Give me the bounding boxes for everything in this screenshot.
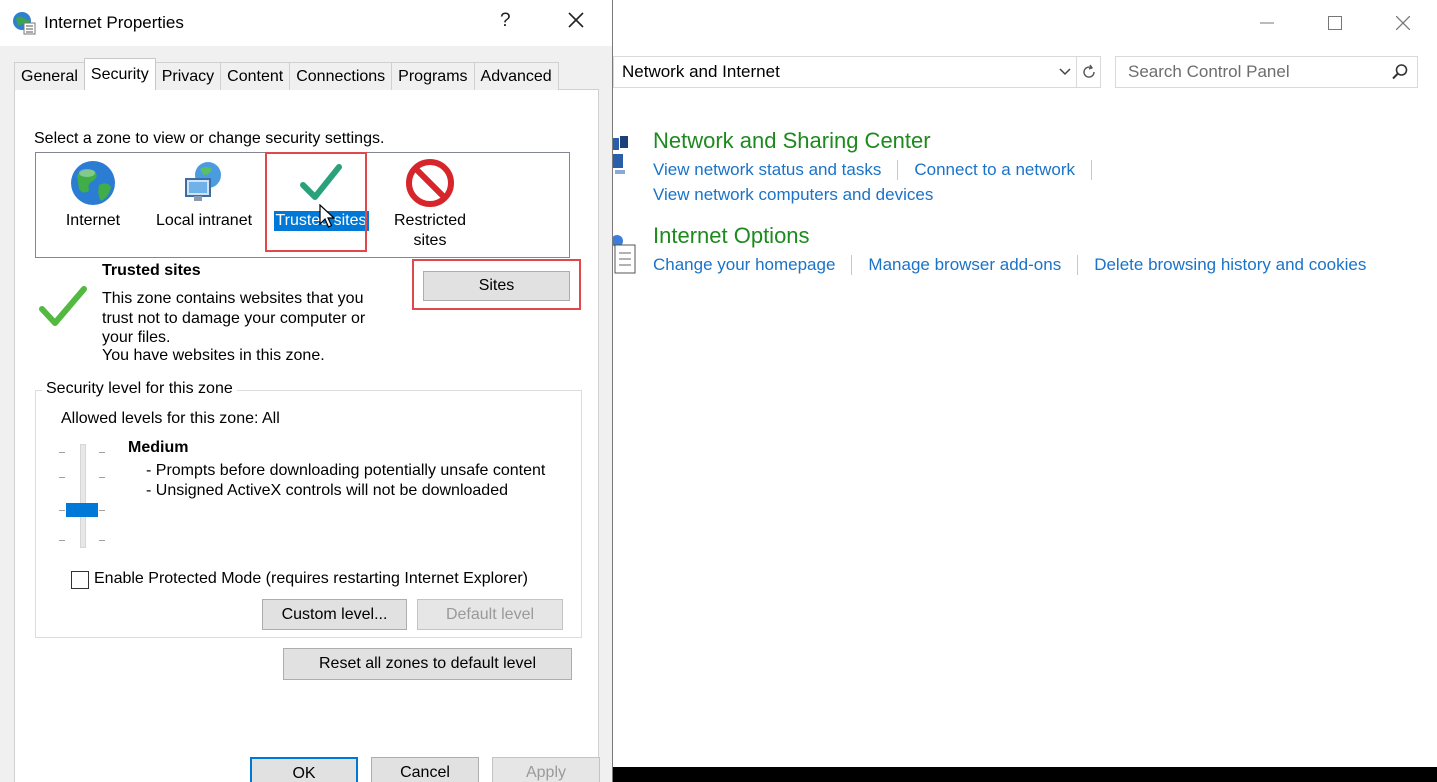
- link-separator: [1091, 160, 1093, 180]
- search-input[interactable]: [1116, 62, 1383, 82]
- view-network-computers-link[interactable]: View network computers and devices: [653, 185, 933, 205]
- ok-button[interactable]: OK: [250, 757, 358, 782]
- internet-properties-dialog: Internet Properties ? General Security P…: [0, 0, 613, 782]
- custom-level-button[interactable]: Custom level...: [262, 599, 407, 630]
- link-separator: [851, 255, 853, 275]
- zone-info-description: This zone contains websites that you tru…: [102, 290, 366, 346]
- close-icon: [568, 12, 584, 28]
- search-icon: [1392, 64, 1408, 80]
- zone-info-has-sites: You have websites in this zone.: [102, 347, 325, 364]
- zone-restricted-sites[interactable]: Restricted sites: [375, 153, 485, 251]
- slider-tick: [59, 452, 65, 453]
- delete-history-link[interactable]: Delete browsing history and cookies: [1094, 255, 1366, 275]
- network-sharing-links-row1: View network status and tasks Connect to…: [653, 160, 1108, 180]
- tab-strip: General Security Privacy Content Connect…: [14, 58, 559, 90]
- address-bar[interactable]: Network and Internet: [613, 56, 1101, 88]
- slider-tick: [99, 452, 105, 453]
- tab-content[interactable]: Content: [220, 62, 291, 90]
- apply-button[interactable]: Apply: [492, 757, 600, 782]
- zone-label: Restricted sites: [393, 212, 467, 249]
- protected-mode-label[interactable]: Enable Protected Mode (requires restarti…: [94, 570, 528, 588]
- level-desc-line: - Unsigned ActiveX controls will not be …: [146, 481, 508, 499]
- slider-track: [80, 444, 86, 548]
- dialog-close-button[interactable]: [566, 10, 586, 35]
- security-level-description: - Prompts before downloading potentially…: [146, 461, 546, 500]
- zone-label: Local intranet: [155, 212, 253, 229]
- address-text: Network and Internet: [622, 62, 780, 81]
- minimize-icon: [1260, 22, 1274, 24]
- dialog-titlebar[interactable]: Internet Properties ?: [0, 0, 612, 46]
- default-level-button[interactable]: Default level: [417, 599, 563, 630]
- internet-properties-icon: [13, 12, 36, 35]
- link-separator: [897, 160, 899, 180]
- help-button[interactable]: ?: [500, 10, 511, 32]
- intranet-icon: [185, 162, 221, 201]
- tab-advanced[interactable]: Advanced: [473, 62, 559, 90]
- internet-options-icon: [613, 235, 636, 274]
- zone-info-title: Trusted sites: [102, 262, 201, 279]
- tab-security[interactable]: Security: [83, 58, 156, 90]
- reset-all-zones-button[interactable]: Reset all zones to default level: [283, 648, 572, 680]
- search-box[interactable]: [1115, 56, 1418, 88]
- minimize-button[interactable]: [1233, 0, 1301, 46]
- restricted-icon: [406, 159, 454, 207]
- close-button[interactable]: [1369, 0, 1437, 46]
- cancel-button[interactable]: Cancel: [371, 757, 479, 782]
- slider-tick: [59, 510, 65, 511]
- network-sharing-icon: [613, 136, 628, 174]
- security-level-legend: Security level for this zone: [42, 380, 237, 398]
- zone-local-intranet[interactable]: Local intranet: [149, 153, 259, 231]
- manage-addons-link[interactable]: Manage browser add-ons: [868, 255, 1061, 275]
- network-sharing-heading[interactable]: Network and Sharing Center: [653, 128, 931, 154]
- slider-tick: [99, 477, 105, 478]
- slider-tick: [99, 510, 105, 511]
- slider-thumb[interactable]: [66, 503, 98, 517]
- network-sharing-links-row2: View network computers and devices: [653, 185, 933, 205]
- highlight-sites-button: [412, 259, 581, 310]
- slider-tick: [59, 477, 65, 478]
- zone-prompt: Select a zone to view or change security…: [34, 130, 385, 147]
- internet-options-heading[interactable]: Internet Options: [653, 223, 810, 249]
- taskbar-edge: [613, 767, 1437, 782]
- tab-connections[interactable]: Connections: [289, 62, 393, 90]
- security-level-name: Medium: [128, 439, 189, 456]
- protected-mode-checkbox[interactable]: [71, 571, 89, 589]
- trusted-sites-checkmark-icon: [39, 286, 87, 326]
- allowed-levels: Allowed levels for this zone: All: [61, 410, 280, 427]
- security-level-slider[interactable]: [57, 440, 112, 550]
- refresh-icon: [1082, 64, 1095, 78]
- level-desc-line: - Prompts before downloading potentially…: [146, 462, 546, 479]
- zone-internet[interactable]: Internet: [38, 153, 148, 231]
- address-dropdown-button[interactable]: [1054, 65, 1076, 79]
- link-separator: [1077, 255, 1079, 275]
- refresh-button[interactable]: [1076, 57, 1100, 87]
- close-icon: [1396, 16, 1410, 30]
- tab-programs[interactable]: Programs: [391, 62, 475, 90]
- control-panel-window: Network and Internet Network and Sharing…: [613, 0, 1437, 767]
- dialog-title: Internet Properties: [44, 13, 184, 32]
- zone-label: Internet: [65, 212, 121, 229]
- maximize-icon: [1328, 16, 1342, 30]
- slider-tick: [59, 540, 65, 541]
- internet-options-links: Change your homepage Manage browser add-…: [653, 255, 1366, 275]
- window-controls: [1233, 0, 1437, 46]
- view-network-status-link[interactable]: View network status and tasks: [653, 160, 881, 180]
- globe-icon: [71, 161, 115, 205]
- connect-to-network-link[interactable]: Connect to a network: [914, 160, 1075, 180]
- search-button[interactable]: [1383, 63, 1417, 81]
- chevron-down-icon: [1059, 68, 1071, 76]
- maximize-button[interactable]: [1301, 0, 1369, 46]
- highlight-trusted-sites: [265, 152, 367, 252]
- change-homepage-link[interactable]: Change your homepage: [653, 255, 835, 275]
- slider-tick: [99, 540, 105, 541]
- tab-general[interactable]: General: [14, 62, 85, 90]
- tab-privacy[interactable]: Privacy: [154, 62, 222, 90]
